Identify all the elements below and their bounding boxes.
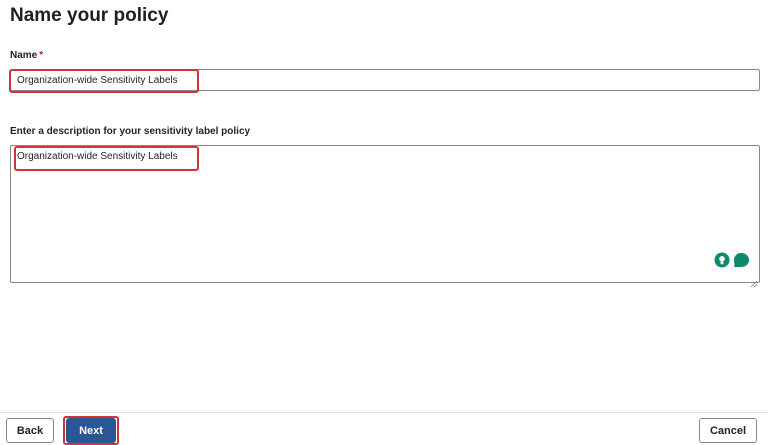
lightbulb-icon[interactable]: [714, 252, 730, 273]
name-label: Name *: [10, 50, 43, 61]
writing-assist-icons: [714, 252, 750, 273]
chat-bubble-icon[interactable]: [732, 252, 750, 273]
next-highlight: [63, 416, 119, 445]
resize-grip-icon[interactable]: [750, 274, 758, 288]
name-label-text: Name: [10, 50, 38, 61]
footer-divider: [0, 412, 768, 413]
page-title: Name your policy: [10, 5, 169, 26]
policy-name-page: Name your policy Name * Organization-wide…: [0, 0, 768, 445]
back-button[interactable]: Back: [6, 418, 54, 443]
description-label: Enter a description for your sensitivity…: [10, 126, 251, 137]
cancel-button[interactable]: Cancel: [699, 418, 757, 443]
required-marker: *: [39, 50, 44, 61]
name-highlight: [9, 69, 199, 93]
description-highlight: [14, 146, 199, 171]
